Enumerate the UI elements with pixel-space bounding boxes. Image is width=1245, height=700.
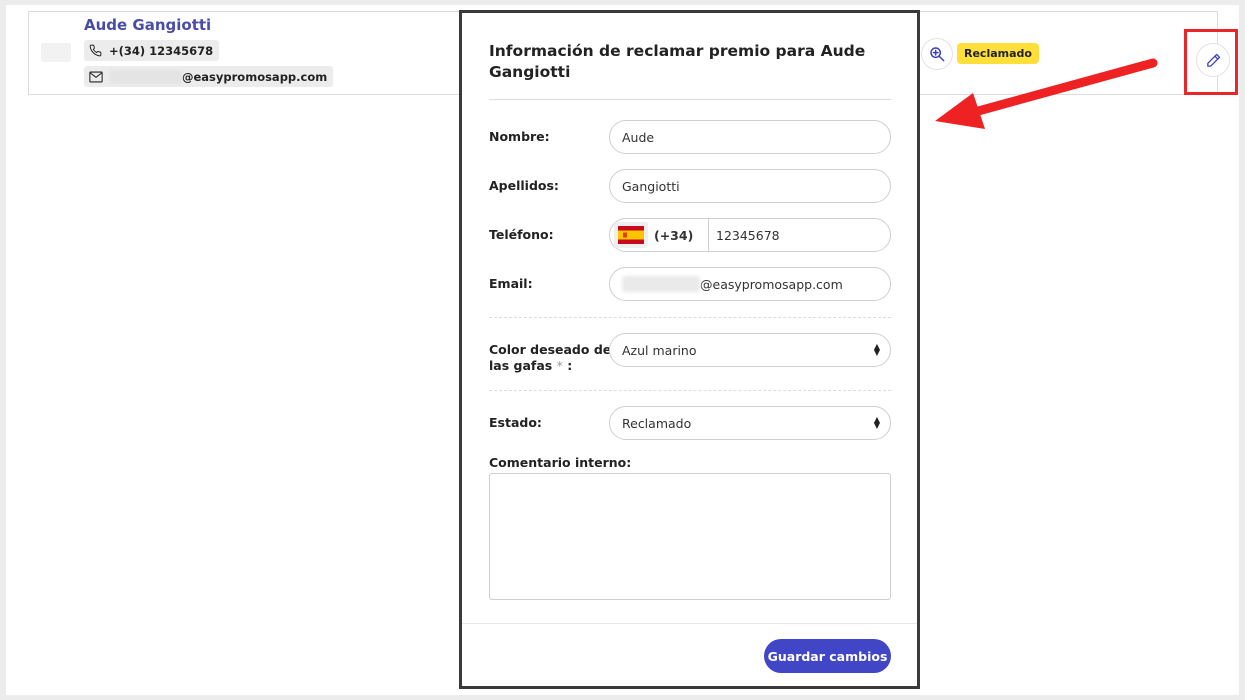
phone-chip: +(34) 12345678 — [84, 40, 220, 61]
section-divider-2 — [489, 390, 891, 391]
edit-button[interactable] — [1196, 43, 1230, 77]
comentario-label: Comentario interno: — [489, 455, 632, 470]
phone-number-value: 12345678 — [716, 227, 780, 243]
title-divider — [489, 99, 891, 100]
estado-select-value: Reclamado — [622, 415, 692, 431]
select-arrows-icon: ▲ ▼ — [873, 342, 880, 357]
select-arrows-icon: ▲ ▼ — [873, 415, 880, 430]
modal-title: Información de reclamar premio para Aude… — [489, 42, 866, 81]
country-code-selector[interactable]: (+34) — [610, 219, 709, 251]
required-asterisk: * — [556, 358, 563, 373]
claim-info-modal: Información de reclamar premio para Aude… — [459, 10, 920, 689]
comentario-textarea[interactable] — [489, 473, 891, 600]
pencil-icon — [1206, 53, 1220, 67]
save-changes-button[interactable]: Guardar cambios — [764, 639, 891, 673]
modal-footer-divider — [462, 623, 917, 624]
email-label: Email: — [489, 276, 533, 291]
country-code-text: (+34) — [654, 227, 694, 243]
email-redacted — [110, 69, 182, 84]
color-select-value: Azul marino — [622, 342, 697, 358]
estado-label: Estado: — [489, 415, 542, 430]
mail-icon — [89, 71, 103, 82]
section-divider-1 — [489, 317, 891, 318]
spain-flag-icon — [614, 222, 648, 248]
telefono-label: Teléfono: — [489, 227, 554, 242]
phone-text: +(34) 12345678 — [109, 43, 214, 58]
phone-icon — [89, 44, 102, 57]
email-value: @easypromosapp.com — [700, 276, 843, 292]
email-chip: @easypromosapp.com — [84, 66, 334, 87]
email-input[interactable]: @easypromosapp.com — [609, 267, 891, 301]
apellidos-input[interactable]: Gangiotti — [609, 169, 891, 203]
nombre-value: Aude — [622, 129, 655, 145]
color-select[interactable]: Azul marino ▲ ▼ — [609, 333, 891, 367]
email-redacted-field — [622, 276, 700, 292]
estado-select[interactable]: Reclamado ▲ ▼ — [609, 406, 891, 440]
nombre-input[interactable]: Aude — [609, 120, 891, 154]
color-label: Color deseado de las gafas * : — [489, 342, 612, 373]
annotation-arrow — [935, 58, 1158, 129]
nombre-label: Nombre: — [489, 129, 550, 144]
apellidos-value: Gangiotti — [622, 178, 680, 194]
participant-name-link[interactable]: Aude Gangiotti — [84, 16, 211, 34]
telefono-input[interactable]: (+34) 12345678 — [609, 218, 891, 252]
avatar — [41, 43, 71, 62]
email-domain-text: @easypromosapp.com — [182, 69, 328, 84]
apellidos-label: Apellidos: — [489, 178, 559, 193]
